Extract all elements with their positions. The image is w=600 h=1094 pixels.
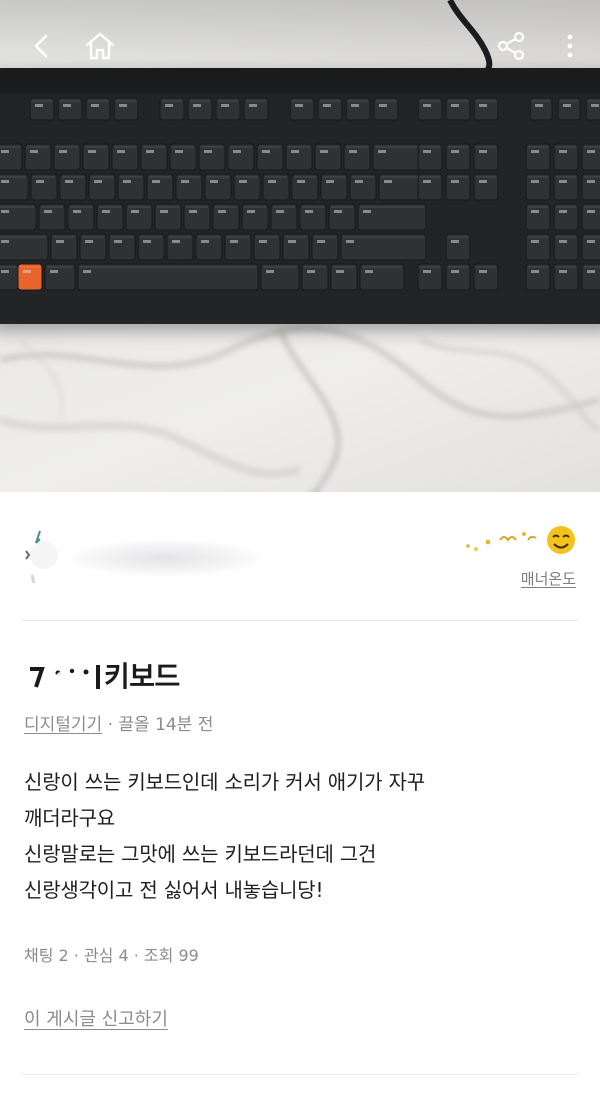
post-title-row: 키보드	[24, 655, 180, 695]
post-body-line: 깨더라구요	[24, 806, 115, 830]
back-button[interactable]	[22, 26, 62, 66]
more-vertical-icon	[567, 34, 573, 58]
post-meta: 디지털기기 · 끌올 14분 전	[24, 710, 213, 735]
home-icon	[85, 32, 115, 60]
report-post-link[interactable]: 이 게시글 신고하기	[24, 1005, 168, 1031]
post-body-line: 신랑이 쓰는 키보드인데 소리가 커서 애기가 자꾸	[24, 770, 425, 794]
manner-temperature	[466, 526, 575, 554]
post-body: 신랑이 쓰는 키보드인데 소리가 커서 애기가 자꾸 깨더라구요 신랑말로는 그…	[24, 764, 574, 908]
manner-face-icon	[547, 526, 575, 554]
seller-avatar[interactable]	[22, 525, 62, 585]
post-body-line: 신랑생각이고 전 싫어서 내놓습니당!	[24, 878, 324, 902]
manner-temperature-link[interactable]: 매너온도	[521, 568, 576, 589]
more-options-button[interactable]	[550, 26, 590, 66]
share-icon	[497, 31, 525, 61]
post-body-line: 신랑말로는 그맛에 쓰는 키보드라던데 그건	[24, 842, 377, 866]
home-button[interactable]	[80, 26, 120, 66]
seller-name-blurred	[70, 540, 260, 576]
keyboard-photo	[0, 68, 600, 324]
post-time: · 끌올 14분 전	[107, 715, 214, 735]
category-link[interactable]: 디지털기기	[24, 715, 102, 735]
top-navigation-bar	[0, 0, 600, 90]
post-stats: 채팅 2 · 관심 4 · 조회 99	[24, 946, 199, 965]
divider	[22, 620, 578, 621]
share-button[interactable]	[491, 26, 531, 66]
product-photo[interactable]	[0, 0, 600, 492]
post-title: 키보드	[104, 660, 180, 693]
title-redacted-blur	[30, 665, 100, 691]
divider	[22, 1074, 578, 1075]
chevron-left-icon	[34, 34, 48, 58]
